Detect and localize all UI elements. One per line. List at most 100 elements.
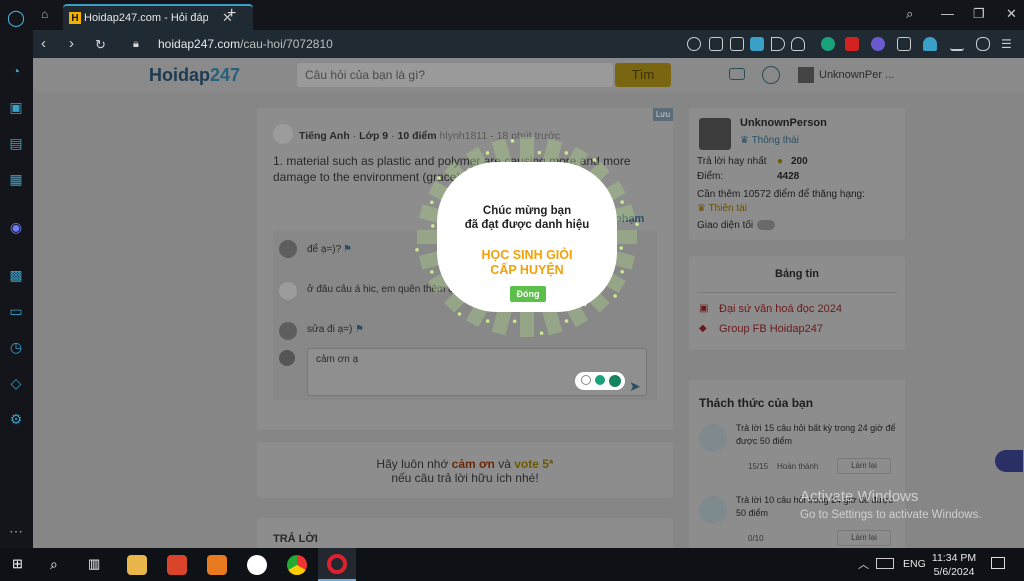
menu-icon[interactable]: ☰ [1001,37,1015,51]
heart-icon[interactable] [791,37,805,51]
url-field[interactable]: hoidap247.com/cau-hoi/7072810 [158,37,333,51]
challenge-progress: 15/15 [748,462,769,471]
news-divider [697,292,897,293]
cube-icon[interactable]: ◇ [7,374,25,392]
news-item-link[interactable]: Đại sứ văn hoá đọc 2024 [719,303,842,315]
task-view-icon[interactable]: ▥ [88,556,100,572]
sparkle [537,150,542,155]
points-value: 4428 [777,171,800,182]
tab-active[interactable]: H Hoidap247.com - Hỏi đáp ✕ [63,4,253,30]
search-tabs-icon[interactable]: ⌕ [906,6,913,22]
tab-bar: ⌂ H Hoidap247.com - Hỏi đáp ✕ + ⌕ — ❐ ✕ [33,0,1024,30]
header-username[interactable]: UnknownPer ... [819,69,894,81]
news-item-icon: ◆ [699,323,707,334]
dark-mode-toggle[interactable] [757,220,775,230]
back-icon[interactable]: ‹ [41,35,46,52]
windows-start-icon[interactable]: ⊞ [12,557,26,571]
extensions-cube-icon[interactable] [897,37,911,51]
more-dots-icon[interactable]: ⋯ [7,522,25,540]
sparkle [613,294,617,298]
messenger-icon[interactable]: ◉ [7,218,25,236]
restore-icon[interactable]: ❐ [973,6,985,22]
minimize-icon[interactable]: — [941,6,954,21]
site-logo[interactable]: Hoidap247 [149,65,240,86]
send-icon[interactable] [771,37,785,51]
lock-icon: 🔒︎ [133,38,139,50]
download-icon[interactable] [950,37,964,51]
author-avatar [273,124,293,144]
best-answers-label: Trả lời hay nhất [697,156,767,167]
speed-dial-icon[interactable]: ◔ [7,62,25,80]
camera-icon[interactable] [730,37,744,51]
retry-button[interactable]: Làm lại [837,458,891,474]
notification-icon[interactable] [991,557,1005,569]
wps-office-icon[interactable] [167,555,187,575]
zalo-icon[interactable] [247,555,267,575]
grammarly-icon[interactable] [821,37,835,51]
settings-gear-icon[interactable]: ⚙ [7,410,25,428]
sparkle [510,139,515,143]
chip-icon[interactable]: ▦ [7,170,25,188]
gamepad-icon[interactable]: ⌂ [41,7,48,21]
file-explorer-icon[interactable] [127,555,147,575]
my-avatar [279,350,295,366]
edit-icon[interactable] [709,37,723,51]
grammarly-widget[interactable] [575,372,625,390]
close-window-icon[interactable]: ✕ [1006,6,1017,22]
achievement-popup: Chúc mừng bạn đã đạt được danh hiệu HỌC … [437,162,617,312]
extension-red-icon[interactable] [845,37,859,51]
opera-logo-icon[interactable]: ◯ [7,9,25,27]
browser-sidebar: ◯ ◔ ▣ ▤ ▦ ◉ ▩ ▭ ◷ ◇ ⚙ ⋯ [0,0,33,548]
profile-avatar[interactable] [699,118,731,150]
status-icon: ♛ [740,135,752,146]
extension-ghost-icon[interactable] [871,37,885,51]
site-header: Hoidap247 Câu hỏi của bạn là gì? Tìm Unk… [33,58,1024,92]
battery-saver-icon[interactable] [976,37,990,51]
profile-icon[interactable] [923,37,937,51]
chrome-icon[interactable] [287,555,307,575]
tray-chevron-icon[interactable]: ︿ [858,556,869,572]
shopping-bag-icon[interactable]: ▣ [7,98,25,116]
new-tab-plus-icon[interactable]: + [227,5,236,23]
shield-icon[interactable] [750,37,764,51]
bell-icon[interactable] [762,66,780,84]
flag-icon[interactable]: ⚑ [355,324,364,335]
forward-icon[interactable]: › [69,35,74,52]
comment-avatar [279,322,297,340]
grammarly-icon[interactable] [609,375,621,387]
twitch-icon[interactable]: ▤ [7,134,25,152]
language-indicator[interactable]: ENG [903,558,926,570]
avatar[interactable] [798,67,814,83]
opera-taskbar-button[interactable] [318,548,356,581]
question-search-input[interactable]: Câu hỏi của bạn là gì? [297,63,613,87]
chat-icon[interactable] [729,68,745,80]
search-icon[interactable] [687,37,701,51]
notes-app-icon[interactable] [207,555,227,575]
search-icon[interactable]: ⌕ [50,556,58,573]
sparkle [620,269,624,274]
profile-name[interactable]: UnknownPerson [740,117,827,129]
subject-label[interactable]: Tiếng Anh [299,130,350,142]
keyboard-icon[interactable] [876,558,894,569]
apps-grid-icon[interactable]: ▩ [7,266,25,284]
medal-icon: ● [777,156,784,167]
sparkle [457,312,462,316]
sparkle [485,151,490,155]
search-button[interactable]: Tìm [615,63,671,87]
system-clock[interactable]: 11:34 PM 5/6/2024 [930,551,978,579]
tabs-icon[interactable]: ▭ [7,302,25,320]
reload-icon[interactable]: ↻ [95,37,106,53]
news-item-link[interactable]: Group FB Hoidap247 [719,323,823,335]
tab-title: Hoidap247.com - Hỏi đáp [84,12,208,24]
history-clock-icon[interactable]: ◷ [7,338,25,356]
floating-assistant-icon[interactable] [995,450,1023,472]
power-icon[interactable] [581,375,591,385]
comment-text: để ạ=)? [307,244,342,255]
opera-icon [327,554,347,574]
bulb-icon[interactable] [595,375,605,385]
flag-icon[interactable]: ⚑ [343,244,352,255]
retry-button[interactable]: Làm lại [837,530,891,546]
send-comment-icon[interactable]: ➤ [629,378,641,395]
popup-close-button[interactable]: Đóng [510,286,546,302]
best-answers-value: 200 [791,156,808,167]
